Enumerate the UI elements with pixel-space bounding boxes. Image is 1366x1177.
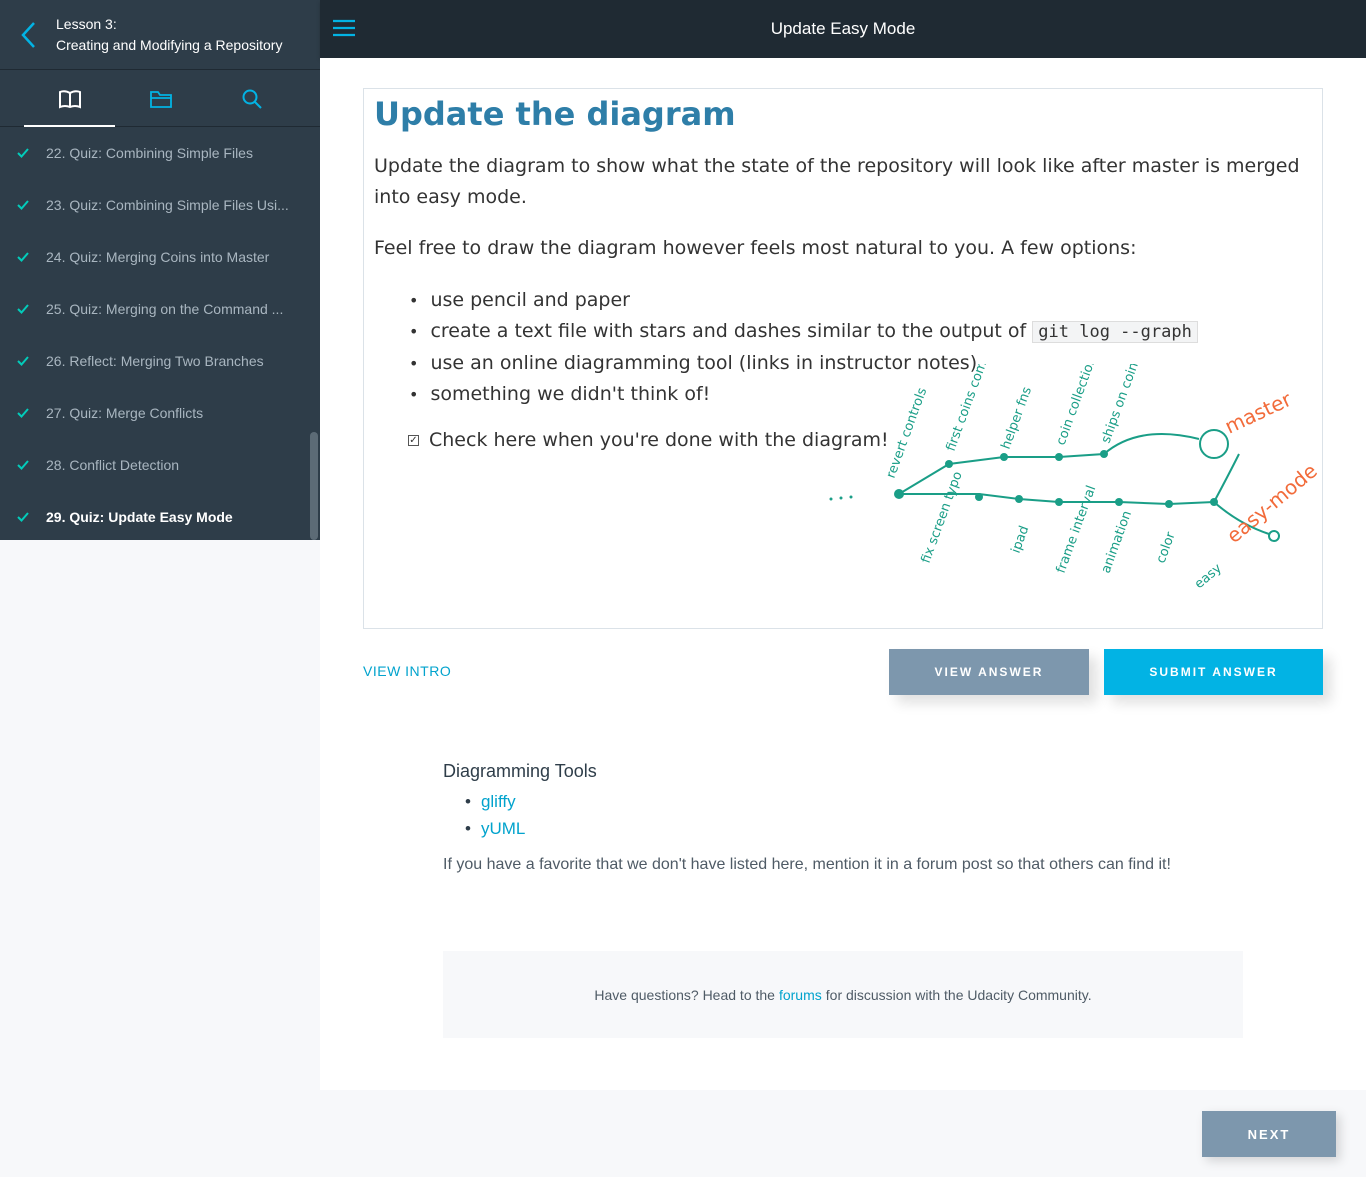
- forum-text-after: for discussion with the Udacity Communit…: [825, 986, 1092, 1003]
- forums-link[interactable]: forums: [779, 987, 822, 1003]
- notes-text: If you have a favorite that we don't hav…: [443, 856, 1171, 873]
- hamburger-icon: [333, 19, 355, 37]
- quiz-options-intro: Feel free to draw the diagram however fe…: [374, 237, 1137, 259]
- chevron-left-icon: [21, 21, 35, 48]
- commit-label: fix screen typo: [919, 470, 966, 566]
- sidebar-item-current[interactable]: 29. Quiz: Update Easy Mode: [0, 491, 320, 540]
- search-icon: [242, 89, 262, 109]
- instructor-notes: Diagramming Tools gliffy yUML If you hav…: [443, 761, 1243, 874]
- commit-label: first coins commit: [944, 364, 998, 453]
- book-icon: [58, 89, 81, 108]
- sidebar-item[interactable]: 26. Reflect: Merging Two Branches: [0, 335, 320, 387]
- notes-heading: Diagramming Tools: [443, 761, 597, 781]
- concept-list: 22. Quiz: Combining Simple Files 23. Qui…: [0, 127, 320, 540]
- sidebar-item-label: 22. Quiz: Combining Simple Files: [46, 145, 253, 161]
- branch-label-easy-mode: easy-mode: [1222, 458, 1319, 547]
- quiz-title: Update the diagram: [374, 95, 736, 133]
- check-icon: [17, 356, 29, 366]
- forum-text-before: Have questions? Head to the: [594, 986, 775, 1003]
- tab-concepts[interactable]: [24, 70, 115, 127]
- commit-label: helper fns: [999, 385, 1035, 452]
- view-intro-link[interactable]: VIEW INTRO: [363, 663, 451, 679]
- tab-search[interactable]: [206, 70, 297, 127]
- commit-label: animation: [1099, 509, 1135, 576]
- quiz-instructions: Update the diagram to show what the stat…: [374, 155, 1300, 208]
- commit-label: coin collection: [1054, 364, 1100, 447]
- sidebar-item-label: 26. Reflect: Merging Two Branches: [46, 353, 264, 369]
- tab-resources[interactable]: [115, 70, 206, 127]
- sidebar-item-label: 25. Quiz: Merging on the Command ...: [46, 301, 284, 317]
- sidebar-item-label: 24. Quiz: Merging Coins into Master: [46, 249, 270, 265]
- check-icon: [17, 148, 29, 158]
- submit-answer-button[interactable]: SUBMIT ANSWER: [1104, 649, 1323, 695]
- page-title: Update Easy Mode: [770, 19, 916, 38]
- main-content: Update the diagram Update the diagram to…: [320, 58, 1366, 1090]
- check-icon: [17, 408, 29, 418]
- commit-label: ipad: [1009, 524, 1033, 556]
- sidebar-scrollbar[interactable]: [310, 432, 318, 540]
- done-checkbox-row: ✓ Check here when you're done with the d…: [408, 429, 889, 451]
- quiz-image: Update the diagram Update the diagram to…: [363, 88, 1323, 629]
- commit-label: ships on coins: [1099, 364, 1145, 445]
- sidebar-item[interactable]: 28. Conflict Detection: [0, 439, 320, 491]
- sidebar-item[interactable]: 25. Quiz: Merging on the Command ...: [0, 283, 320, 335]
- sidebar-item-label: 23. Quiz: Combining Simple Files Usi...: [46, 197, 289, 213]
- check-icon: [17, 252, 29, 262]
- sidebar-tabs: [0, 70, 320, 127]
- commit-label: revert controls: [884, 386, 931, 481]
- list-item: yUML: [465, 815, 1243, 842]
- tools-list: gliffy yUML: [443, 788, 1243, 842]
- lesson-header: Lesson 3: Creating and Modifying a Repos…: [0, 0, 320, 70]
- check-icon: [17, 200, 29, 210]
- sidebar-item-label: 29. Quiz: Update Easy Mode: [46, 509, 233, 525]
- view-answer-button[interactable]: VIEW ANSWER: [889, 649, 1089, 695]
- branch-label-master: master: [1221, 387, 1296, 439]
- sidebar-item-label: 27. Quiz: Merge Conflicts: [46, 405, 204, 421]
- next-button[interactable]: NEXT: [1202, 1111, 1336, 1157]
- commit-diagram: revert controls first coins commit helpe…: [829, 364, 1319, 592]
- list-item: use pencil and paper: [409, 285, 1198, 316]
- sidebar-item-label: 28. Conflict Detection: [46, 457, 180, 473]
- commit-label: easy: [1192, 561, 1225, 592]
- forum-callout: Have questions? Head to the forums for d…: [443, 951, 1243, 1038]
- top-bar: Update Easy Mode: [320, 0, 1366, 58]
- list-item: create a text file with stars and dashes…: [409, 316, 1198, 348]
- lesson-title: Creating and Modifying a Repository: [56, 36, 283, 53]
- menu-button[interactable]: [332, 17, 356, 39]
- check-icon: [17, 460, 29, 470]
- sidebar-item[interactable]: 23. Quiz: Combining Simple Files Usi...: [0, 179, 320, 231]
- sidebar-item[interactable]: 22. Quiz: Combining Simple Files: [0, 127, 320, 179]
- commit-label: frame interval: [1054, 484, 1100, 576]
- check-icon: [17, 304, 29, 314]
- option-text: create a text file with stars and dashes…: [430, 320, 1027, 342]
- done-checkbox: ✓: [408, 434, 419, 446]
- sidebar-item[interactable]: 24. Quiz: Merging Coins into Master: [0, 231, 320, 283]
- gliffy-link[interactable]: gliffy: [481, 792, 516, 811]
- yuml-link[interactable]: yUML: [481, 819, 525, 838]
- lesson-number: Lesson 3:: [56, 15, 117, 32]
- folder-icon: [149, 90, 172, 108]
- code-snippet: git log --graph: [1032, 321, 1198, 343]
- check-icon: [17, 512, 29, 522]
- commit-label: color: [1154, 530, 1179, 566]
- back-button[interactable]: [0, 0, 56, 70]
- sidebar: Lesson 3: Creating and Modifying a Repos…: [0, 0, 320, 540]
- list-item: gliffy: [465, 788, 1243, 815]
- sidebar-item[interactable]: 27. Quiz: Merge Conflicts: [0, 387, 320, 439]
